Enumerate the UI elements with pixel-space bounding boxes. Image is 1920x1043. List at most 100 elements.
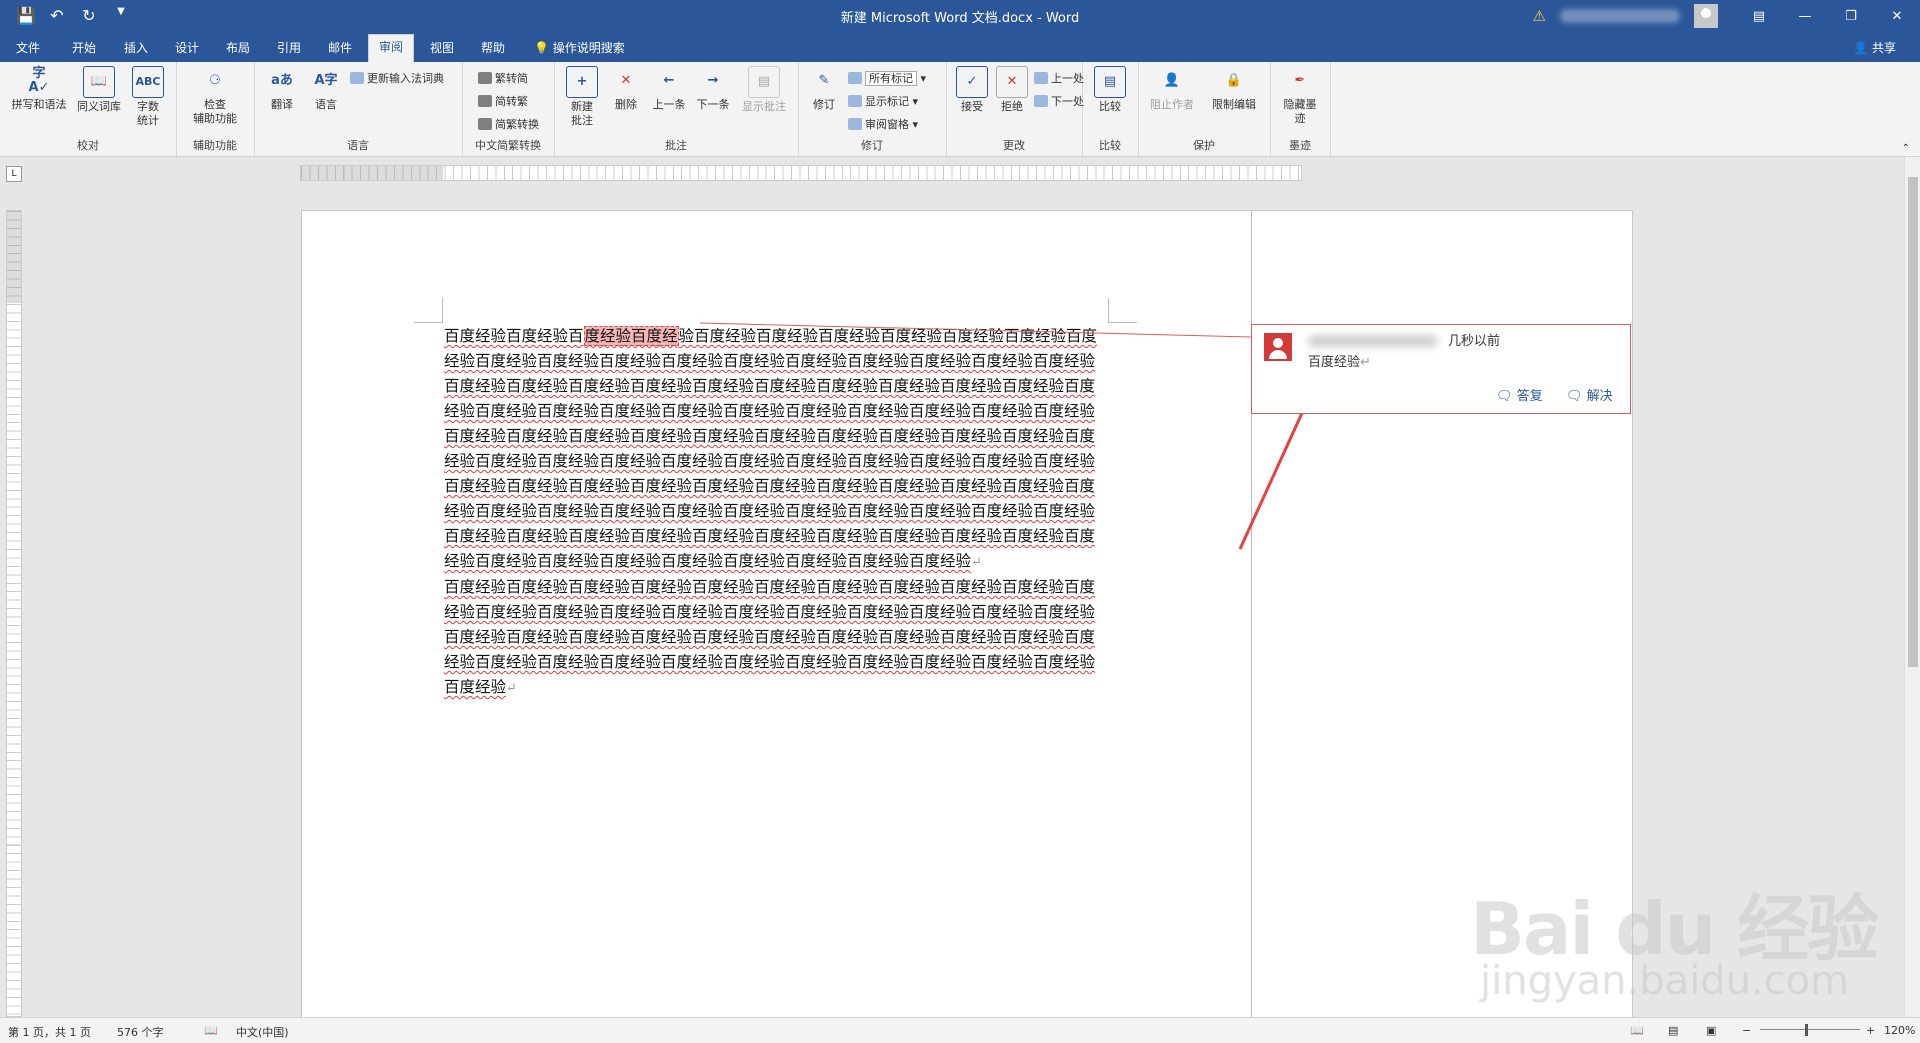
tab-design[interactable]: 设计	[175, 39, 199, 56]
simp-to-trad-button[interactable]: 简转繁	[478, 93, 528, 109]
proofing-status-icon[interactable]: 📖	[204, 1024, 218, 1037]
check-accessibility-button[interactable]: ⚆ 检查 辅助功能	[184, 66, 246, 126]
warning-icon[interactable]: ⚠	[1533, 7, 1546, 25]
zoom-level[interactable]: 120%	[1884, 1024, 1915, 1037]
resolve-button[interactable]: 🗨 解决	[1566, 385, 1613, 404]
minimize-icon[interactable]: —	[1782, 0, 1828, 32]
abc-count-icon: ABC	[132, 66, 164, 98]
pane-icon	[848, 118, 862, 130]
zoom-out-icon[interactable]: −	[1742, 1024, 1751, 1037]
avatar[interactable]	[1694, 4, 1718, 28]
reviewing-pane-button[interactable]: 审阅窗格 ▾	[848, 116, 918, 132]
tab-home[interactable]: 开始	[72, 39, 96, 56]
ink-icon: ✒	[1294, 73, 1306, 88]
tab-view[interactable]: 视图	[430, 39, 454, 56]
reply-icon: 🗨	[1496, 389, 1513, 404]
zoom-in-icon[interactable]: +	[1866, 1024, 1875, 1037]
track-changes-button[interactable]: ✎ 修订	[806, 66, 842, 112]
hide-ink-button[interactable]: ✒ 隐藏墨 迹	[1278, 66, 1322, 126]
tab-selector[interactable]: L	[6, 166, 22, 182]
word-count[interactable]: 576 个字	[117, 1024, 164, 1040]
zoom-slider[interactable]	[1760, 1029, 1860, 1030]
block-authors-icon: 👤	[1163, 73, 1181, 88]
compare-icon: ▤	[1094, 66, 1126, 98]
collapse-ribbon-icon[interactable]: ⌃	[1902, 143, 1910, 154]
comment-author	[1308, 335, 1438, 347]
next-comment-button[interactable]: → 下一条	[692, 66, 734, 112]
accessibility-icon: ⚆	[209, 73, 221, 88]
vertical-scrollbar[interactable]	[1904, 157, 1920, 1017]
crop-mark	[414, 298, 443, 323]
scrollbar-thumb[interactable]	[1908, 177, 1918, 667]
convert-icon	[478, 118, 492, 130]
s2t-icon	[478, 95, 492, 107]
tab-mailings[interactable]: 邮件	[328, 39, 352, 56]
accept-button[interactable]: ✓ 接受	[954, 66, 990, 114]
paragraph[interactable]: 百度经验百度经验百度经验百度经验百度经验百度经验百度经验百度经验百度经验百度经验…	[444, 575, 1108, 701]
tab-insert[interactable]: 插入	[124, 39, 148, 56]
delete-icon: ✕	[620, 73, 632, 88]
previous-change-button[interactable]: 上一处	[1034, 70, 1084, 86]
paragraph-mark: ↵	[1360, 355, 1371, 370]
document-body[interactable]: 百度经验百度经验百度经验百度经验百度经验百度经验百度经验百度经验百度经验百度经验…	[444, 324, 1108, 701]
group-tracking: ✎ 修订 所有标记 ▾ 显示标记 ▾ 审阅窗格 ▾ 修订	[798, 62, 947, 156]
trad-to-simp-button[interactable]: 繁转简	[478, 70, 528, 86]
horizontal-ruler[interactable]	[300, 165, 1302, 181]
read-mode-icon[interactable]: 📖	[1630, 1024, 1644, 1037]
language-status[interactable]: 中文(中国)	[236, 1024, 289, 1040]
ribbon-display-icon[interactable]: ▤	[1736, 0, 1782, 32]
accept-icon: ✓	[956, 66, 988, 98]
spelling-icon: 字A✓	[28, 66, 50, 95]
tell-me-search[interactable]: 💡 操作说明搜索	[534, 39, 625, 56]
baidu-watermark-url: jingyan.baidu.com	[1480, 958, 1850, 1004]
comment-balloon[interactable]: 几秒以前 百度经验↵ 🗨 答复 🗨 解决	[1251, 324, 1631, 414]
tab-help[interactable]: 帮助	[481, 39, 505, 56]
tab-file[interactable]: 文件	[16, 39, 40, 56]
show-comments-button[interactable]: ▤ 显示批注	[736, 66, 792, 114]
maximize-icon[interactable]: ❐	[1828, 0, 1874, 32]
restrict-editing-button[interactable]: 🔒 限制编辑	[1204, 66, 1264, 112]
language-button[interactable]: A字 语言	[306, 66, 346, 112]
next-change-button[interactable]: 下一处	[1034, 93, 1084, 109]
new-comment-button[interactable]: + 新建 批注	[562, 66, 602, 128]
lightbulb-icon: 💡	[534, 41, 549, 55]
markup-select[interactable]: 所有标记 ▾	[848, 70, 926, 86]
delete-comment-button[interactable]: ✕ 删除	[606, 66, 646, 112]
thesaurus-button[interactable]: 📖 同义词库	[74, 66, 124, 114]
status-bar: 第 1 页，共 1 页 576 个字 📖 中文(中国) 📖 ▤ ▣ − + 12…	[0, 1017, 1920, 1043]
account-name[interactable]	[1560, 9, 1680, 23]
show-markup-button[interactable]: 显示标记 ▾	[848, 93, 918, 109]
share-button[interactable]: 👤 共享	[1853, 39, 1896, 56]
spelling-button[interactable]: 字A✓ 拼写和语法	[8, 66, 70, 112]
reply-button[interactable]: 🗨 答复	[1496, 385, 1543, 404]
crop-mark	[1108, 298, 1137, 323]
tab-review[interactable]: 审阅	[368, 34, 415, 63]
reject-button[interactable]: ✕ 拒绝	[994, 66, 1030, 114]
tab-references[interactable]: 引用	[277, 39, 301, 56]
t2s-icon	[478, 72, 492, 84]
block-authors-button[interactable]: 👤 阻止作者	[1144, 66, 1200, 112]
print-layout-icon[interactable]: ▤	[1668, 1024, 1678, 1037]
vertical-ruler[interactable]	[6, 210, 22, 1017]
word-count-button[interactable]: ABC 字数 统计	[128, 66, 168, 128]
markup-icon	[848, 72, 862, 84]
title-bar: 💾 ↶ ↻ ▼ 新建 Microsoft Word 文档.docx - Word…	[0, 0, 1920, 32]
chinese-convert-button[interactable]: 简繁转换	[478, 116, 539, 132]
next-icon: →	[707, 73, 719, 88]
page-count[interactable]: 第 1 页，共 1 页	[8, 1024, 91, 1040]
close-icon[interactable]: ✕	[1874, 0, 1920, 32]
paragraph[interactable]: 百度经验百度经验百度经验百度经验百度经验百度经验百度经验百度经验百度经验百度经验…	[444, 324, 1108, 575]
comment-text[interactable]: 百度经验↵	[1308, 351, 1371, 370]
translate-button[interactable]: aあ 翻译	[262, 66, 302, 112]
show-markup-icon	[848, 95, 862, 107]
web-layout-icon[interactable]: ▣	[1706, 1024, 1716, 1037]
book-icon: 📖	[83, 66, 115, 98]
zoom-slider-thumb[interactable]	[1805, 1024, 1808, 1036]
paragraph-mark: ↵	[971, 555, 982, 570]
tab-layout[interactable]: 布局	[226, 39, 250, 56]
update-ime-dictionary-button[interactable]: 更新输入法词典	[350, 70, 444, 86]
compare-button[interactable]: ▤ 比较	[1090, 66, 1130, 114]
commented-text[interactable]: 度经验百度经	[583, 326, 679, 346]
new-comment-icon: +	[566, 66, 598, 98]
previous-comment-button[interactable]: ← 上一条	[648, 66, 690, 112]
